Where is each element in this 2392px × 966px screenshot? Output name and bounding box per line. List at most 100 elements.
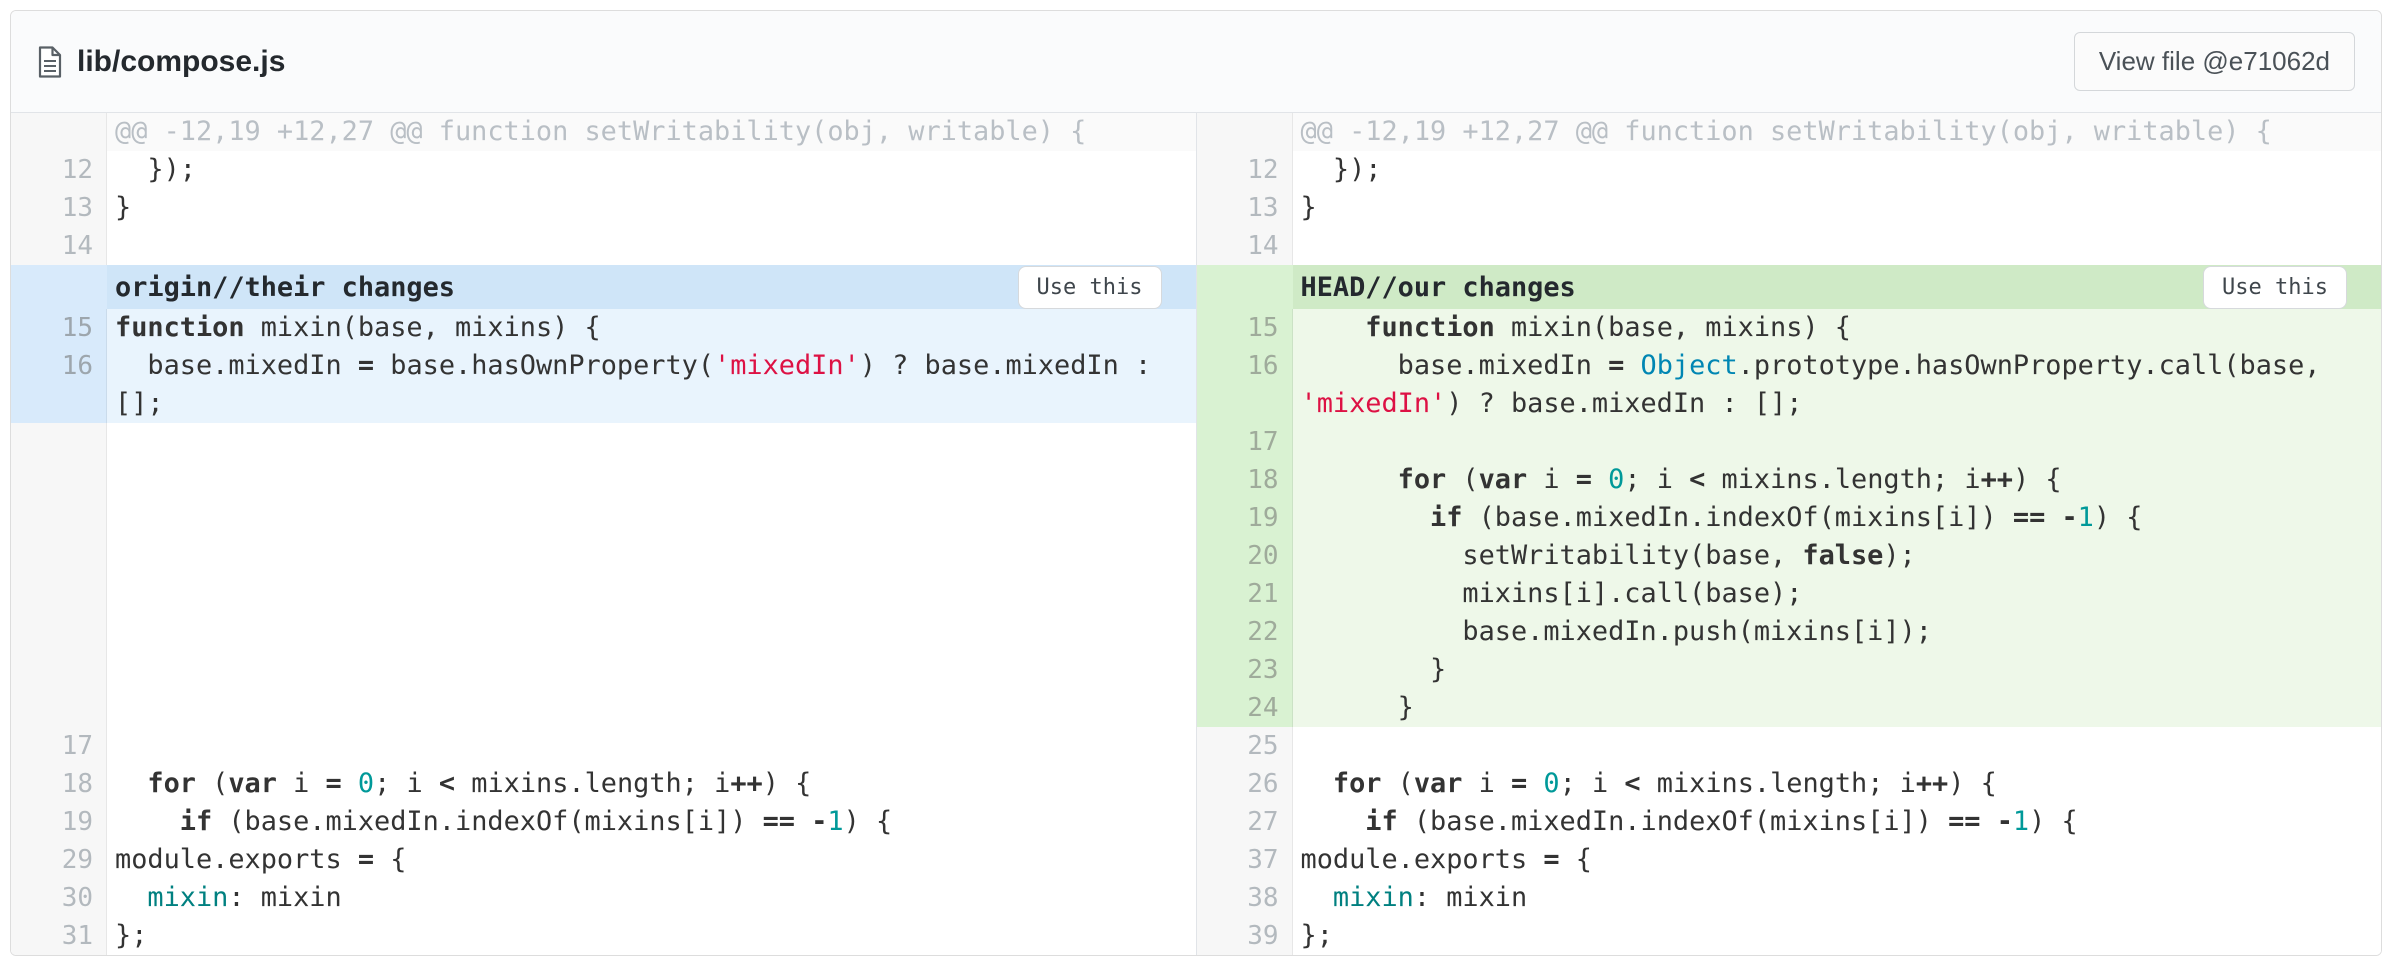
code-row: 12 }); (11, 151, 1196, 189)
hunk-header-row: @@ -12,19 +12,27 @@ function setWritabil… (1197, 113, 2382, 151)
code-line[interactable]: function mixin(base, mixins) { (1293, 309, 2382, 347)
line-number: 16 (1197, 347, 1293, 423)
code-row: 18 for (var i = 0; i < mixins.length; i+… (1197, 461, 2382, 499)
code-line[interactable]: module.exports = { (1293, 841, 2382, 879)
line-number: 39 (1197, 917, 1293, 955)
code-line[interactable]: setWritability(base, false); (1293, 537, 2382, 575)
line-number: 19 (1197, 499, 1293, 537)
line-number: 18 (11, 765, 107, 803)
line-number: 12 (1197, 151, 1293, 189)
code-line (107, 423, 1196, 727)
line-number: 12 (11, 151, 107, 189)
pane-theirs: @@ -12,19 +12,27 @@ function setWritabil… (11, 113, 1196, 955)
code-line[interactable]: function mixin(base, mixins) { (107, 309, 1196, 347)
line-number: 21 (1197, 575, 1293, 613)
code-line[interactable]: if (base.mixedIn.indexOf(mixins[i]) == -… (1293, 499, 2382, 537)
code-row: 17 (11, 727, 1196, 765)
line-number: 38 (1197, 879, 1293, 917)
code-line[interactable] (1293, 227, 2382, 265)
line-number: 37 (1197, 841, 1293, 879)
line-number: 29 (11, 841, 107, 879)
line-number: 17 (11, 727, 107, 765)
code-line[interactable]: }; (107, 917, 1196, 955)
code-row: 12 }); (1197, 151, 2382, 189)
code-line[interactable]: mixin: mixin (107, 879, 1196, 917)
line-number: 23 (1197, 651, 1293, 689)
code-row: 20 setWritability(base, false); (1197, 537, 2382, 575)
conflict-label: HEAD//our changes (1301, 272, 1576, 303)
line-number: 26 (1197, 765, 1293, 803)
code-row: 17 (1197, 423, 2382, 461)
pane-ours: @@ -12,19 +12,27 @@ function setWritabil… (1196, 113, 2382, 955)
code-line[interactable]: base.mixedIn.push(mixins[i]); (1293, 613, 2382, 651)
code-row: 19 if (base.mixedIn.indexOf(mixins[i]) =… (11, 803, 1196, 841)
code-row: 16 base.mixedIn = base.hasOwnProperty('m… (11, 347, 1196, 423)
code-row: 18 for (var i = 0; i < mixins.length; i+… (11, 765, 1196, 803)
code-row: 13} (1197, 189, 2382, 227)
line-number: 15 (11, 309, 107, 347)
code-row: 14 (11, 227, 1196, 265)
line-number: 13 (11, 189, 107, 227)
file-header: lib/compose.js View file @e71062d (11, 11, 2381, 113)
line-number: 18 (1197, 461, 1293, 499)
code-line[interactable]: for (var i = 0; i < mixins.length; i++) … (1293, 765, 2382, 803)
code-line[interactable]: base.mixedIn = Object.prototype.hasOwnPr… (1293, 347, 2382, 423)
line-number: 17 (1197, 423, 1293, 461)
code-row: 24 } (1197, 689, 2382, 727)
code-line[interactable]: if (base.mixedIn.indexOf(mixins[i]) == -… (107, 803, 1196, 841)
code-row: 29module.exports = { (11, 841, 1196, 879)
use-this-button[interactable]: Use this (1018, 266, 1162, 309)
code-row: 39}; (1197, 917, 2382, 955)
line-number: 16 (11, 347, 107, 423)
code-row: 30 mixin: mixin (11, 879, 1196, 917)
code-line[interactable]: }; (1293, 917, 2382, 955)
file-icon (37, 46, 63, 78)
conflict-label: origin//their changes (115, 272, 455, 303)
line-number: 30 (11, 879, 107, 917)
code-line[interactable] (107, 227, 1196, 265)
code-line[interactable]: module.exports = { (107, 841, 1196, 879)
line-number: 27 (1197, 803, 1293, 841)
code-line[interactable]: for (var i = 0; i < mixins.length; i++) … (107, 765, 1196, 803)
code-line[interactable]: mixins[i].call(base); (1293, 575, 2382, 613)
code-row: 27 if (base.mixedIn.indexOf(mixins[i]) =… (1197, 803, 2382, 841)
code-line[interactable]: } (107, 189, 1196, 227)
line-number: 22 (1197, 613, 1293, 651)
code-row: 16 base.mixedIn = Object.prototype.hasOw… (1197, 347, 2382, 423)
code-line[interactable]: if (base.mixedIn.indexOf(mixins[i]) == -… (1293, 803, 2382, 841)
line-number (1197, 113, 1293, 151)
code-line[interactable] (1293, 423, 2382, 461)
line-number (1197, 265, 1293, 309)
code-row: 23 } (1197, 651, 2382, 689)
code-line[interactable]: }); (107, 151, 1196, 189)
code-line[interactable] (1293, 727, 2382, 765)
code-line[interactable]: }); (1293, 151, 2382, 189)
code-line[interactable] (107, 727, 1196, 765)
conflict-header: HEAD//our changes Use this (1293, 265, 2382, 309)
use-this-button[interactable]: Use this (2203, 266, 2347, 309)
code-row: 21 mixins[i].call(base); (1197, 575, 2382, 613)
code-line[interactable]: } (1293, 689, 2382, 727)
line-number: 14 (1197, 227, 1293, 265)
line-number (11, 113, 107, 151)
line-number: 13 (1197, 189, 1293, 227)
code-line[interactable]: } (1293, 189, 2382, 227)
view-file-button[interactable]: View file @e71062d (2074, 32, 2355, 91)
hunk-header-text: @@ -12,19 +12,27 @@ function setWritabil… (107, 113, 1196, 151)
code-line[interactable]: for (var i = 0; i < mixins.length; i++) … (1293, 461, 2382, 499)
line-number: 14 (11, 227, 107, 265)
code-line[interactable]: mixin: mixin (1293, 879, 2382, 917)
line-number: 19 (11, 803, 107, 841)
line-number (11, 423, 107, 727)
hunk-header-row: @@ -12,19 +12,27 @@ function setWritabil… (11, 113, 1196, 151)
code-row: 25 (1197, 727, 2382, 765)
code-row: 19 if (base.mixedIn.indexOf(mixins[i]) =… (1197, 499, 2382, 537)
hunk-header-text: @@ -12,19 +12,27 @@ function setWritabil… (1293, 113, 2382, 151)
code-row: 26 for (var i = 0; i < mixins.length; i+… (1197, 765, 2382, 803)
conflict-header-row: HEAD//our changes Use this (1197, 265, 2382, 309)
code-line[interactable]: base.mixedIn = base.hasOwnProperty('mixe… (107, 347, 1196, 423)
code-line[interactable]: } (1293, 651, 2382, 689)
code-row: 14 (1197, 227, 2382, 265)
file-name: lib/compose.js (77, 45, 285, 79)
line-number (11, 265, 107, 309)
